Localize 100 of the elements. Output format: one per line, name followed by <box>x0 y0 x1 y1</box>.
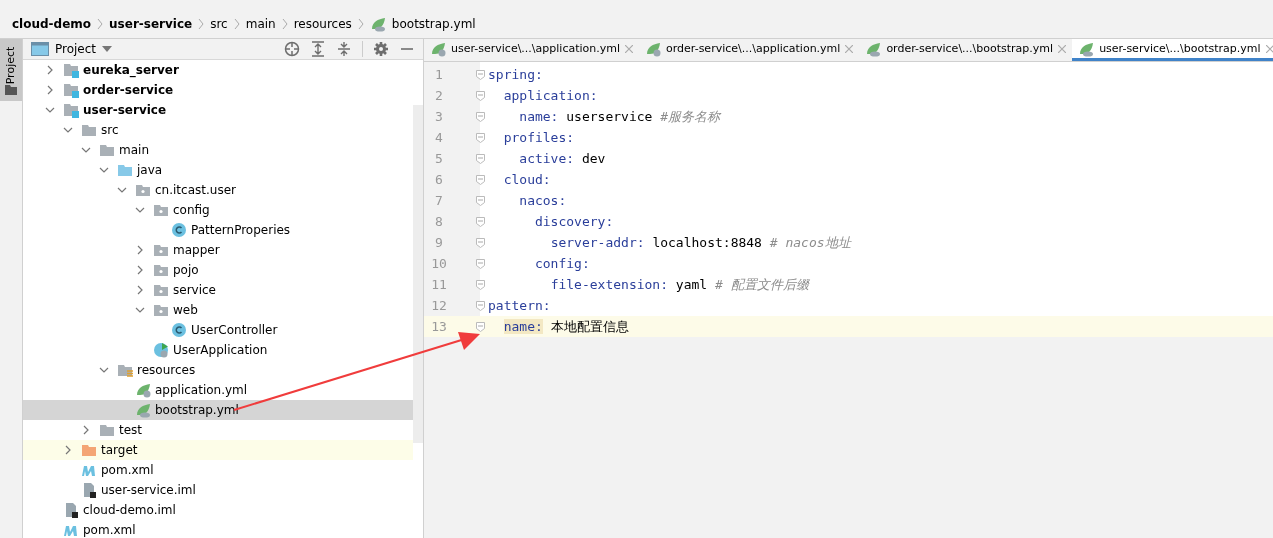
locate-icon[interactable] <box>284 41 300 57</box>
editor-tab[interactable]: user-service\...\application.yml <box>424 39 640 61</box>
code-line: name: userservice #服务名称 <box>518 107 721 126</box>
chevron-down-icon[interactable] <box>81 145 91 155</box>
tree-item[interactable]: main <box>23 140 413 160</box>
tree-item[interactable]: cn.itcast.user <box>23 180 413 200</box>
code-line: server-addr: localhost:8848 # nacos地址 <box>549 233 851 252</box>
tree-item[interactable]: UserController <box>23 320 413 340</box>
close-icon[interactable] <box>625 44 634 53</box>
tree-item[interactable]: order-service <box>23 80 413 100</box>
project-tool-tab[interactable]: Project <box>0 39 22 101</box>
tree-item[interactable]: src <box>23 120 413 140</box>
tree-item[interactable]: pom.xml <box>23 460 413 480</box>
line-number: 10 <box>430 256 448 271</box>
tree-item[interactable]: resources <box>23 360 413 380</box>
line-number: 7 <box>434 193 444 208</box>
chevron-right-icon <box>233 18 240 30</box>
fold-marker-icon[interactable] <box>476 237 485 248</box>
fold-marker-icon[interactable] <box>476 195 485 206</box>
fold-marker-icon[interactable] <box>476 111 485 122</box>
package-folder-icon <box>153 302 169 318</box>
tree-item[interactable]: UserApplication <box>23 340 413 360</box>
scrollbar[interactable] <box>413 105 423 443</box>
tree-item[interactable]: pojo <box>23 260 413 280</box>
code-line: cloud: <box>502 172 551 187</box>
close-icon[interactable] <box>1058 44 1067 53</box>
fold-marker-icon[interactable] <box>476 279 485 290</box>
fold-marker-icon[interactable] <box>476 174 485 185</box>
code-line: profiles: <box>502 130 575 145</box>
fold-marker-icon[interactable] <box>476 153 485 164</box>
tree-item[interactable]: mapper <box>23 240 413 260</box>
breadcrumb-item[interactable]: bootstrap.yml <box>391 17 476 31</box>
panel-title[interactable]: Project <box>55 42 97 56</box>
close-icon[interactable] <box>1265 44 1273 53</box>
dropdown-caret-icon[interactable] <box>102 46 113 52</box>
class-run-icon <box>153 342 169 358</box>
folder-icon <box>5 85 17 95</box>
collapse-all-icon[interactable] <box>336 41 352 57</box>
line-number: 1 <box>434 67 444 82</box>
fold-marker-icon[interactable] <box>476 300 485 311</box>
module-folder-icon <box>63 82 79 98</box>
module-folder-icon <box>63 102 79 118</box>
fold-marker-icon[interactable] <box>476 216 485 227</box>
editor-tab[interactable]: order-service\...\bootstrap.yml <box>859 39 1073 61</box>
expand-all-icon[interactable] <box>310 41 326 57</box>
line-number: 5 <box>434 151 444 166</box>
line-number: 2 <box>434 88 444 103</box>
tree-item[interactable]: java <box>23 160 413 180</box>
fold-marker-icon[interactable] <box>476 132 485 143</box>
chevron-down-icon[interactable] <box>99 165 109 175</box>
breadcrumb-item[interactable]: resources <box>293 17 352 31</box>
tree-item[interactable]: config <box>23 200 413 220</box>
chevron-right-icon <box>198 18 205 30</box>
code-line: active: dev <box>518 151 606 166</box>
chevron-right-icon[interactable] <box>135 285 145 295</box>
tree-item[interactable]: test <box>23 420 413 440</box>
fold-marker-icon[interactable] <box>476 258 485 269</box>
package-folder-icon <box>153 242 169 258</box>
breadcrumb-item[interactable]: src <box>210 17 228 31</box>
close-icon[interactable] <box>845 44 854 53</box>
settings-icon[interactable] <box>373 41 389 57</box>
tree-item[interactable]: user-service.iml <box>23 480 413 500</box>
breadcrumb-item[interactable]: user-service <box>109 17 193 31</box>
package-folder-icon <box>153 282 169 298</box>
chevron-down-icon[interactable] <box>63 125 73 135</box>
editor-tab[interactable]: order-service\...\application.yml <box>639 39 860 61</box>
chevron-down-icon[interactable] <box>45 105 55 115</box>
editor-tab[interactable]: user-service\...\bootstrap.yml <box>1072 39 1273 61</box>
chevron-right-icon[interactable] <box>81 425 91 435</box>
chevron-right-icon[interactable] <box>63 445 73 455</box>
code-line: spring: <box>488 67 543 82</box>
resources-folder-icon <box>117 362 133 378</box>
chevron-right-icon[interactable] <box>135 245 145 255</box>
tree-item[interactable]: cloud-demo.iml <box>23 500 413 520</box>
tree-item[interactable]: pom.xml <box>23 520 413 538</box>
tree-item[interactable]: eureka_server <box>23 60 413 80</box>
code-line: config: <box>533 256 590 271</box>
tree-item[interactable]: application.yml <box>23 380 413 400</box>
fold-marker-icon[interactable] <box>476 321 485 332</box>
chevron-down-icon[interactable] <box>135 205 145 215</box>
breadcrumb-item[interactable]: main <box>245 17 276 31</box>
tree-item[interactable]: target <box>23 440 413 460</box>
tree-item[interactable]: PatternProperies <box>23 220 413 240</box>
tree-item[interactable]: service <box>23 280 413 300</box>
tree-item[interactable]: bootstrap.yml <box>23 400 413 420</box>
code-line: pattern: <box>488 298 551 313</box>
chevron-down-icon[interactable] <box>99 365 109 375</box>
spring-leaf-icon <box>135 402 151 418</box>
chevron-right-icon[interactable] <box>135 265 145 275</box>
tree-item[interactable]: user-service <box>23 100 413 120</box>
source-folder-icon <box>117 162 133 178</box>
chevron-right-icon[interactable] <box>45 65 55 75</box>
fold-marker-icon[interactable] <box>476 90 485 101</box>
package-folder-icon <box>135 182 151 198</box>
tree-item[interactable]: web <box>23 300 413 320</box>
chevron-down-icon[interactable] <box>135 305 145 315</box>
fold-marker-icon[interactable] <box>476 69 485 80</box>
breadcrumb-item[interactable]: cloud-demo <box>12 17 92 31</box>
chevron-down-icon[interactable] <box>117 185 127 195</box>
chevron-right-icon[interactable] <box>45 85 55 95</box>
